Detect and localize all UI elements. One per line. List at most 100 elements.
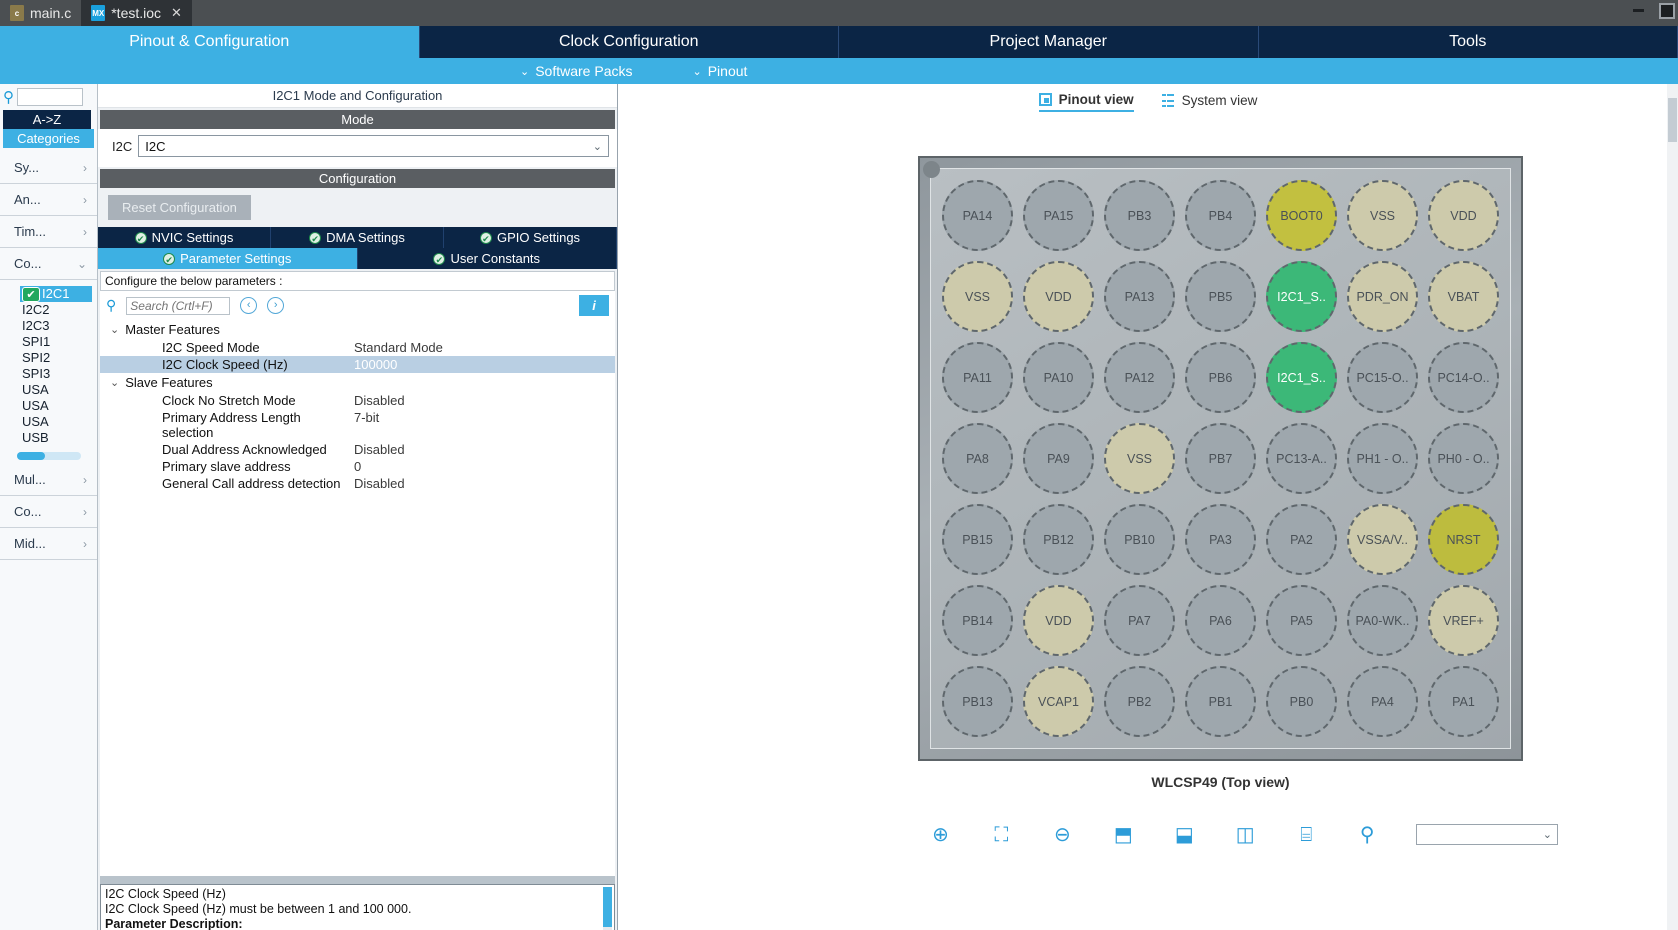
tab-gpio-settings[interactable]: ✔ GPIO Settings — [444, 227, 617, 248]
pin-pa9[interactable]: PA9 — [1023, 423, 1094, 494]
pin-pb6[interactable]: PB6 — [1185, 342, 1256, 413]
minimize-icon[interactable] — [1632, 2, 1646, 16]
tab-project-manager[interactable]: Project Manager — [839, 26, 1259, 58]
pin-pb15[interactable]: PB15 — [942, 504, 1013, 575]
sidebar-item-i2c3[interactable]: I2C3 — [0, 318, 97, 334]
mode-select[interactable]: I2C ⌄ — [138, 135, 609, 157]
pin-search-combo[interactable]: ⌄ — [1416, 824, 1558, 845]
param-value[interactable]: 100000 — [354, 357, 397, 372]
pin-search-icon[interactable]: ⚲ — [1355, 825, 1380, 845]
param-group-master-features[interactable]: ⌄ Master Features — [100, 320, 615, 339]
pin-pb10[interactable]: PB10 — [1104, 504, 1175, 575]
pin-pa10[interactable]: PA10 — [1023, 342, 1094, 413]
parameter-search-input[interactable] — [126, 297, 230, 315]
param-row-dual-address-acknowledged[interactable]: Dual Address Acknowledged Disabled — [100, 441, 615, 458]
pin-pb2[interactable]: PB2 — [1104, 666, 1175, 737]
param-value[interactable]: 0 — [354, 459, 361, 474]
sidebar-item-spi1[interactable]: SPI1 — [0, 334, 97, 350]
param-value[interactable]: Disabled — [354, 476, 405, 491]
sidebar-group-connectivity[interactable]: Co... ⌄ — [0, 248, 97, 280]
maximize-icon[interactable] — [1658, 2, 1672, 16]
pin-pa0-wkup[interactable]: PA0-WK.. — [1347, 585, 1418, 656]
pin-vdd-3[interactable]: VDD — [1023, 585, 1094, 656]
fit-to-screen-icon[interactable]: ⛶ — [989, 825, 1014, 845]
pin-ph0[interactable]: PH0 - O.. — [1428, 423, 1499, 494]
pin-vss-3[interactable]: VSS — [1104, 423, 1175, 494]
sidebar-item-usb[interactable]: USB — [0, 430, 97, 446]
sort-az-button[interactable]: A->Z — [3, 110, 91, 129]
pin-vref-plus[interactable]: VREF+ — [1428, 585, 1499, 656]
pin-pc14[interactable]: PC14-O.. — [1428, 342, 1499, 413]
pin-vss-1[interactable]: VSS — [1347, 180, 1418, 251]
sidebar-item-usart3[interactable]: USA — [0, 414, 97, 430]
param-value[interactable]: 7-bit — [354, 410, 379, 440]
pin-pb13[interactable]: PB13 — [942, 666, 1013, 737]
tab-parameter-settings[interactable]: ✔ Parameter Settings — [98, 248, 358, 269]
info-icon[interactable]: i — [579, 295, 609, 316]
rotate-left-icon[interactable]: ⬒ — [1111, 825, 1136, 845]
pin-pa3[interactable]: PA3 — [1185, 504, 1256, 575]
sidebar-group-analog[interactable]: An... › — [0, 184, 97, 216]
pin-i2c1-scl[interactable]: I2C1_S.. — [1266, 261, 1337, 332]
categories-tab[interactable]: Categories — [3, 129, 94, 148]
pin-pa12[interactable]: PA12 — [1104, 342, 1175, 413]
pin-pb7[interactable]: PB7 — [1185, 423, 1256, 494]
param-row-clock-no-stretch-mode[interactable]: Clock No Stretch Mode Disabled — [100, 392, 615, 409]
description-scrollbar[interactable] — [603, 887, 612, 930]
flip-horizontal-icon[interactable]: ◫ — [1233, 825, 1258, 845]
sidebar-group-timers[interactable]: Tim... › — [0, 216, 97, 248]
pin-pb3[interactable]: PB3 — [1104, 180, 1175, 251]
pin-pa1[interactable]: PA1 — [1428, 666, 1499, 737]
pin-pb0[interactable]: PB0 — [1266, 666, 1337, 737]
pin-pc13[interactable]: PC13-A.. — [1266, 423, 1337, 494]
reset-configuration-button[interactable]: Reset Configuration — [108, 195, 251, 220]
pin-pa8[interactable]: PA8 — [942, 423, 1013, 494]
pin-pa15[interactable]: PA15 — [1023, 180, 1094, 251]
param-value[interactable]: Disabled — [354, 393, 405, 408]
pin-pb4[interactable]: PB4 — [1185, 180, 1256, 251]
zoom-out-icon[interactable]: ⊖ — [1050, 825, 1075, 845]
menu-pinout[interactable]: ⌄ Pinout — [692, 63, 747, 79]
scrollbar-thumb[interactable] — [1668, 98, 1677, 142]
pin-pb1[interactable]: PB1 — [1185, 666, 1256, 737]
pin-pc15[interactable]: PC15-O.. — [1347, 342, 1418, 413]
sidebar-search-input[interactable] — [17, 88, 83, 106]
sidebar-item-i2c1[interactable]: ✔ I2C1 — [20, 286, 92, 302]
param-row-general-call-address-detection[interactable]: General Call address detection Disabled — [100, 475, 615, 492]
param-value[interactable]: Standard Mode — [354, 340, 443, 355]
tab-user-constants[interactable]: ✔ User Constants — [358, 248, 618, 269]
tab-pinout-view[interactable]: Pinout view — [1039, 92, 1134, 112]
tab-nvic-settings[interactable]: ✔ NVIC Settings — [98, 227, 271, 248]
sidebar-item-i2c2[interactable]: I2C2 — [0, 302, 97, 318]
sidebar-group-computing[interactable]: Co... › — [0, 496, 97, 528]
pinout-scrollbar[interactable] — [1667, 84, 1678, 930]
pin-vdd-2[interactable]: VDD — [1023, 261, 1094, 332]
sidebar-group-system[interactable]: Sy... › — [0, 152, 97, 184]
zoom-in-icon[interactable]: ⊕ — [928, 825, 953, 845]
pin-ph1[interactable]: PH1 - O.. — [1347, 423, 1418, 494]
pin-boot0[interactable]: BOOT0 — [1266, 180, 1337, 251]
pin-pa2[interactable]: PA2 — [1266, 504, 1337, 575]
tab-tools[interactable]: Tools — [1259, 26, 1678, 58]
sidebar-item-spi2[interactable]: SPI2 — [0, 350, 97, 366]
editor-tab-test-ioc[interactable]: MX *test.ioc ✕ — [81, 0, 192, 26]
tab-system-view[interactable]: System view — [1162, 92, 1258, 112]
rotate-right-icon[interactable]: ⬓ — [1172, 825, 1197, 845]
flip-vertical-icon[interactable]: ⌸ — [1294, 825, 1319, 845]
peripheral-list-scrollbar[interactable] — [17, 452, 81, 460]
pin-pa11[interactable]: PA11 — [942, 342, 1013, 413]
menu-software-packs[interactable]: ⌄ Software Packs — [520, 63, 632, 79]
sidebar-group-multimedia[interactable]: Mul... › — [0, 464, 97, 496]
search-next-button[interactable]: › — [267, 297, 284, 314]
pin-vssa[interactable]: VSSA/V.. — [1347, 504, 1418, 575]
sidebar-group-middleware[interactable]: Mid... › — [0, 528, 97, 560]
sidebar-item-spi3[interactable]: SPI3 — [0, 366, 97, 382]
pin-pa7[interactable]: PA7 — [1104, 585, 1175, 656]
pin-i2c1-sda[interactable]: I2C1_S.. — [1266, 342, 1337, 413]
sidebar-item-usart1[interactable]: USA — [0, 382, 97, 398]
pin-pa5[interactable]: PA5 — [1266, 585, 1337, 656]
close-icon[interactable]: ✕ — [171, 5, 182, 21]
pin-vdd-1[interactable]: VDD — [1428, 180, 1499, 251]
param-row-primary-slave-address[interactable]: Primary slave address 0 — [100, 458, 615, 475]
tab-dma-settings[interactable]: ✔ DMA Settings — [271, 227, 444, 248]
